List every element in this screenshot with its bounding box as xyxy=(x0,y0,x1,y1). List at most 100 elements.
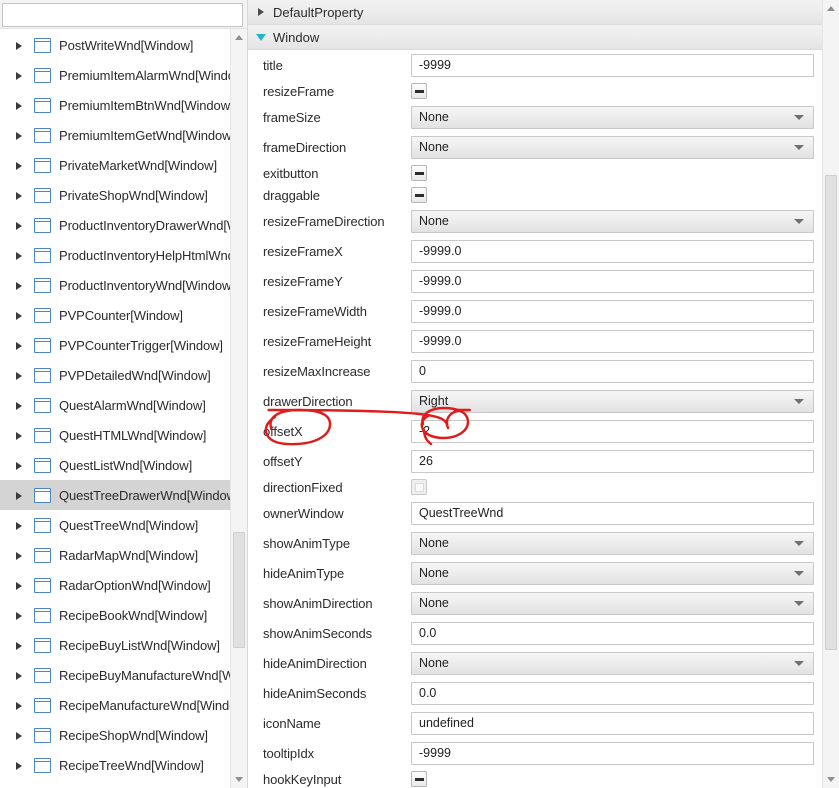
scrollbar-thumb[interactable] xyxy=(825,175,837,651)
expand-arrow-icon[interactable] xyxy=(14,759,27,772)
tree-item[interactable]: PVPCounterTrigger[Window] xyxy=(0,330,230,360)
hideAnimDirection-dropdown[interactable]: None xyxy=(411,651,814,675)
ownerWindow-field[interactable] xyxy=(411,501,814,525)
tree-item[interactable]: PremiumItemAlarmWnd[Window] xyxy=(0,60,230,90)
expand-arrow-icon[interactable] xyxy=(14,69,27,82)
expand-arrow-icon[interactable] xyxy=(14,189,27,202)
property-label: iconName xyxy=(263,715,321,731)
resizeFrameWidth-field[interactable] xyxy=(411,299,814,323)
group-header-window[interactable]: Window xyxy=(248,25,822,50)
expand-arrow-icon[interactable] xyxy=(14,579,27,592)
dropdown-selected-value: None xyxy=(419,110,449,124)
expand-arrow-icon[interactable] xyxy=(14,699,27,712)
tree-item[interactable]: QuestTreeWnd[Window] xyxy=(0,510,230,540)
expand-arrow-icon[interactable] xyxy=(14,219,27,232)
tree-item[interactable]: ProductInventoryHelpHtmlWnd[Win xyxy=(0,240,230,270)
search-input[interactable] xyxy=(2,3,243,27)
tree-item[interactable]: QuestHTMLWnd[Window] xyxy=(0,420,230,450)
showAnimSeconds-field[interactable] xyxy=(411,621,814,645)
resizeFrame-checkbox[interactable] xyxy=(411,83,427,99)
tree-item[interactable]: PVPDetailedWnd[Window] xyxy=(0,360,230,390)
frameSize-dropdown[interactable]: None xyxy=(411,105,814,129)
offsetY-field[interactable] xyxy=(411,449,814,473)
resizeMaxIncrease-field[interactable] xyxy=(411,359,814,383)
window-tree-list[interactable]: PostWriteWnd[Window] PremiumItemAlarmWnd[… xyxy=(0,29,230,788)
tree-item[interactable]: ProductInventoryDrawerWnd[Windo xyxy=(0,210,230,240)
expand-arrow-icon[interactable] xyxy=(14,429,27,442)
property-label: offsetX xyxy=(263,423,303,439)
expand-arrow-icon[interactable] xyxy=(14,99,27,112)
tree-item[interactable]: RecipeShopWnd[Window] xyxy=(0,720,230,750)
expand-arrow-icon[interactable] xyxy=(14,399,27,412)
tree-item[interactable]: PrivateShopWnd[Window] xyxy=(0,180,230,210)
hookKeyInput-checkbox[interactable] xyxy=(411,771,427,787)
property-label: resizeFrameY xyxy=(263,273,343,289)
tree-item[interactable]: RecommendBonusHelpHtmlWnd[W xyxy=(0,780,230,788)
expand-arrow-icon[interactable] xyxy=(14,729,27,742)
showAnimDirection-dropdown[interactable]: None xyxy=(411,591,814,615)
hideAnimSeconds-field[interactable] xyxy=(411,681,814,705)
tree-item-label: RecipeBuyManufactureWnd[Window xyxy=(59,667,230,683)
expand-arrow-icon[interactable] xyxy=(14,159,27,172)
scroll-up-arrow-icon[interactable] xyxy=(231,29,247,46)
tree-item[interactable]: PrivateMarketWnd[Window] xyxy=(0,150,230,180)
tree-item[interactable]: RecipeManufactureWnd[Window] xyxy=(0,690,230,720)
tree-item[interactable]: RecipeBookWnd[Window] xyxy=(0,600,230,630)
tree-item[interactable]: QuestTreeDrawerWnd[Window] xyxy=(0,480,230,510)
expand-arrow-icon[interactable] xyxy=(14,249,27,262)
frameDirection-dropdown[interactable]: None xyxy=(411,135,814,159)
expand-arrow-icon[interactable] xyxy=(14,609,27,622)
draggable-checkbox[interactable] xyxy=(411,187,427,203)
tree-item[interactable]: PremiumItemGetWnd[Window] xyxy=(0,120,230,150)
exitbutton-checkbox[interactable] xyxy=(411,165,427,181)
tree-item[interactable]: RadarMapWnd[Window] xyxy=(0,540,230,570)
window-icon xyxy=(34,697,51,713)
expand-arrow-icon[interactable] xyxy=(14,519,27,532)
expand-arrow-icon[interactable] xyxy=(14,639,27,652)
showAnimType-dropdown[interactable]: None xyxy=(411,531,814,555)
directionFixed-checkbox[interactable] xyxy=(411,479,427,495)
scrollbar-thumb[interactable] xyxy=(233,531,245,648)
resizeFrameX-field[interactable] xyxy=(411,239,814,263)
tree-item[interactable]: RecipeBuyListWnd[Window] xyxy=(0,630,230,660)
tree-item[interactable]: RadarOptionWnd[Window] xyxy=(0,570,230,600)
tree-item[interactable]: PVPCounter[Window] xyxy=(0,300,230,330)
group-header-defaultproperty[interactable]: DefaultProperty xyxy=(248,0,822,25)
chevron-down-icon xyxy=(794,660,804,666)
tooltipIdx-field[interactable] xyxy=(411,741,814,765)
resizeFrameY-field[interactable] xyxy=(411,269,814,293)
expand-arrow-icon[interactable] xyxy=(14,39,27,52)
window-icon xyxy=(34,667,51,683)
expand-arrow-icon[interactable] xyxy=(14,459,27,472)
right-vertical-scrollbar[interactable] xyxy=(822,0,839,788)
resizeFrameDirection-dropdown[interactable]: None xyxy=(411,209,814,233)
tree-item[interactable]: QuestListWnd[Window] xyxy=(0,450,230,480)
hideAnimType-dropdown[interactable]: None xyxy=(411,561,814,585)
iconName-field[interactable] xyxy=(411,711,814,735)
title-field[interactable] xyxy=(411,53,814,77)
left-vertical-scrollbar[interactable] xyxy=(230,29,247,788)
resizeFrameHeight-field[interactable] xyxy=(411,329,814,353)
expand-arrow-icon[interactable] xyxy=(14,369,27,382)
expand-arrow-icon[interactable] xyxy=(14,489,27,502)
tree-item[interactable]: QuestAlarmWnd[Window] xyxy=(0,390,230,420)
expand-arrow-icon[interactable] xyxy=(14,339,27,352)
expand-arrow-icon[interactable] xyxy=(14,279,27,292)
tree-item[interactable]: RecipeBuyManufactureWnd[Window xyxy=(0,660,230,690)
expand-arrow-icon[interactable] xyxy=(14,669,27,682)
tree-item[interactable]: ProductInventoryWnd[Window] xyxy=(0,270,230,300)
property-rows: titleresizeFrameframeSizeNoneframeDirect… xyxy=(248,50,822,788)
expand-arrow-icon[interactable] xyxy=(14,309,27,322)
scroll-up-arrow-icon[interactable] xyxy=(823,0,839,17)
expand-arrow-icon[interactable] xyxy=(14,549,27,562)
scroll-down-arrow-icon[interactable] xyxy=(231,771,247,788)
tree-item[interactable]: RecipeTreeWnd[Window] xyxy=(0,750,230,780)
drawerDirection-dropdown[interactable]: Right xyxy=(411,389,814,413)
tree-item[interactable]: PostWriteWnd[Window] xyxy=(0,30,230,60)
expand-arrow-icon[interactable] xyxy=(14,129,27,142)
offsetX-field[interactable] xyxy=(411,419,814,443)
property-control xyxy=(411,299,814,323)
tree-item[interactable]: PremiumItemBtnWnd[Window] xyxy=(0,90,230,120)
property-label: hideAnimDirection xyxy=(263,655,367,671)
scroll-down-arrow-icon[interactable] xyxy=(823,771,839,788)
